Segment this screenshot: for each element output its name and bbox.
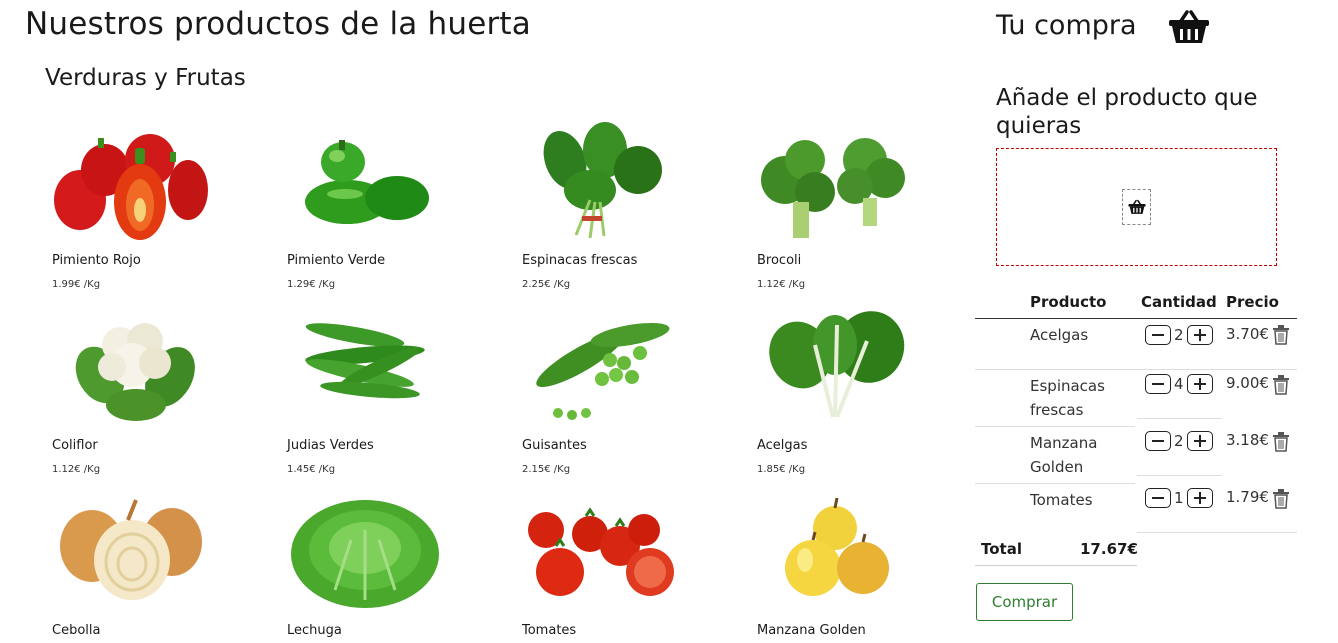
decrease-button[interactable] <box>1145 431 1171 451</box>
row-divider <box>1137 475 1222 476</box>
peas-image <box>536 322 670 420</box>
product-card-guisantes[interactable]: Guisantes 2.15€ /Kg <box>520 305 720 485</box>
table-header-divider <box>975 318 1297 319</box>
product-price: 1.99€ /Kg <box>52 279 101 290</box>
trash-icon[interactable] <box>1272 375 1290 395</box>
cart-title: Tu compra <box>996 10 1137 41</box>
product-price: 1.85€ /Kg <box>757 464 806 475</box>
catalog-panel: Nuestros productos de la huerta Verduras… <box>0 0 960 643</box>
section-title: Verduras y Frutas <box>45 65 246 91</box>
column-header-price: Precio <box>1226 293 1279 311</box>
column-header-product: Producto <box>1030 293 1107 311</box>
green-beans-image <box>305 323 425 399</box>
cart-drop-zone[interactable] <box>996 148 1277 266</box>
product-name: Pimiento Verde <box>287 253 386 268</box>
product-name: Cebolla <box>52 623 101 638</box>
product-card-brocoli[interactable]: Brocoli 1.12€ /Kg <box>755 120 955 300</box>
green-pepper-image <box>305 140 429 224</box>
trash-icon[interactable] <box>1272 489 1290 509</box>
quantity-value: 1 <box>1174 489 1184 507</box>
basket-icon <box>1169 10 1209 43</box>
product-name: Coliflor <box>52 438 98 453</box>
cart-item-price: 1.79€ <box>1226 488 1269 506</box>
decrease-button[interactable] <box>1145 325 1171 345</box>
increase-button[interactable] <box>1186 431 1213 451</box>
quantity-stepper: 2 <box>1145 325 1213 345</box>
product-card-espinacas[interactable]: Espinacas frescas 2.25€ /Kg <box>520 120 720 300</box>
decrease-button[interactable] <box>1145 488 1171 508</box>
quantity-value: 2 <box>1174 326 1184 344</box>
product-card-tomates[interactable]: Tomates <box>520 490 720 643</box>
product-name: Tomates <box>522 623 577 638</box>
cart-item-name: Acelgas <box>1030 326 1089 344</box>
spinach-image <box>543 122 662 239</box>
product-card-manzana-golden[interactable]: Manzana Golden <box>755 490 955 643</box>
cart-item-name: Espinacas frescas <box>1030 377 1105 419</box>
product-name: Espinacas frescas <box>522 253 638 268</box>
row-divider <box>975 483 1135 484</box>
cart-panel: Tu compra Añade el producto que quieras … <box>975 0 1338 643</box>
cart-item-price: 9.00€ <box>1226 374 1269 392</box>
cauliflower-image <box>75 323 195 421</box>
increase-button[interactable] <box>1186 325 1213 345</box>
product-price: 2.15€ /Kg <box>522 464 571 475</box>
product-name: Judias Verdes <box>287 438 374 453</box>
cart-total-row: Total 17.67€ <box>975 534 1138 566</box>
column-header-quantity: Cantidad <box>1141 293 1217 311</box>
product-card-pimiento-verde[interactable]: Pimiento Verde 1.29€ /Kg <box>285 120 485 300</box>
product-card-acelgas[interactable]: Acelgas 1.85€ /Kg <box>755 305 955 485</box>
product-name: Acelgas <box>757 438 808 453</box>
quantity-stepper: 2 <box>1145 431 1213 451</box>
quantity-value: 2 <box>1174 432 1184 450</box>
increase-button[interactable] <box>1186 488 1213 508</box>
product-name: Guisantes <box>522 438 587 453</box>
product-price: 1.45€ /Kg <box>287 464 336 475</box>
product-name: Brocoli <box>757 253 802 268</box>
trash-icon[interactable] <box>1272 432 1290 452</box>
quantity-stepper: 4 <box>1145 374 1213 394</box>
product-price: 1.12€ /Kg <box>52 464 101 475</box>
drop-target-icon-box <box>1122 189 1151 225</box>
product-price: 1.29€ /Kg <box>287 279 336 290</box>
trash-icon[interactable] <box>1272 325 1290 345</box>
cart-item-price: 3.70€ <box>1226 325 1269 343</box>
product-price: 2.25€ /Kg <box>522 279 571 290</box>
cart-item-name: Manzana Golden <box>1030 434 1098 476</box>
product-price: 1.12€ /Kg <box>757 279 806 290</box>
increase-button[interactable] <box>1186 374 1213 394</box>
broccoli-image <box>761 138 905 238</box>
product-card-cebolla[interactable]: Cebolla <box>50 490 250 643</box>
onion-image <box>60 499 202 600</box>
row-divider <box>975 426 1135 427</box>
quantity-stepper: 1 <box>1145 488 1213 508</box>
basket-icon <box>1127 199 1146 214</box>
total-value: 17.67€ <box>1080 540 1138 558</box>
decrease-button[interactable] <box>1145 374 1171 394</box>
product-card-coliflor[interactable]: Coliflor 1.12€ /Kg <box>50 305 250 485</box>
product-card-pimiento-rojo[interactable]: Pimiento Rojo 1.99€ /Kg <box>50 120 250 300</box>
product-name: Manzana Golden <box>757 623 866 638</box>
row-divider <box>975 369 1297 370</box>
row-divider <box>1137 532 1297 533</box>
quantity-value: 4 <box>1174 375 1184 393</box>
red-pepper-image <box>54 134 208 240</box>
tomatoes-image <box>528 507 674 596</box>
product-name: Lechuga <box>287 623 342 638</box>
lettuce-image <box>291 500 439 608</box>
product-card-lechuga[interactable]: Lechuga <box>285 490 485 643</box>
buy-button[interactable]: Comprar <box>976 583 1073 621</box>
row-divider <box>1137 418 1222 419</box>
product-name: Pimiento Rojo <box>52 253 141 268</box>
chard-image <box>769 311 905 418</box>
golden-apple-image <box>785 497 889 596</box>
product-card-judias-verdes[interactable]: Judias Verdes 1.45€ /Kg <box>285 305 485 485</box>
total-label: Total <box>981 540 1022 558</box>
drop-zone-title: Añade el producto que quieras <box>996 85 1258 139</box>
cart-item-price: 3.18€ <box>1226 431 1269 449</box>
cart-item-name: Tomates <box>1030 491 1093 509</box>
page-title: Nuestros productos de la huerta <box>25 6 531 42</box>
